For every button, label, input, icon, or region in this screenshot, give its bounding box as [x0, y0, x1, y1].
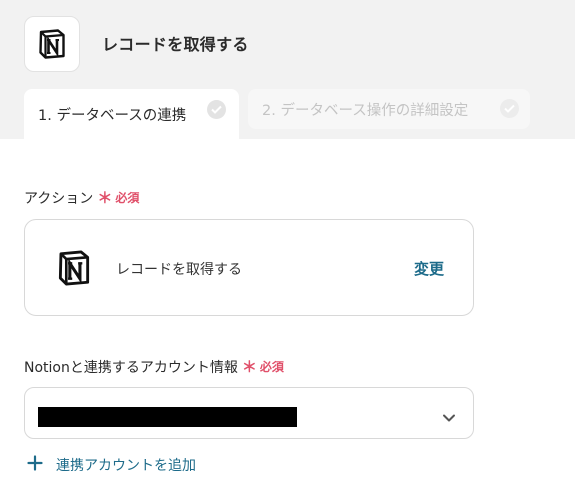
- add-account-label: 連携アカウントを追加: [56, 458, 196, 474]
- tab-database-link[interactable]: 1. データベースの連携: [24, 89, 239, 139]
- notion-logo-icon: [24, 16, 80, 72]
- tab-database-operation-settings[interactable]: 2. データベース操作の詳細設定: [248, 89, 530, 129]
- account-field-label: Notionと連携するアカウント情報 ＊ 必須: [24, 358, 284, 376]
- chevron-down-icon: [442, 408, 456, 427]
- check-circle-icon: [207, 100, 226, 119]
- plus-icon: [27, 455, 43, 475]
- tab-label: 1. データベースの連携: [38, 107, 187, 124]
- asterisk-icon: ＊: [241, 358, 257, 376]
- action-field-label: アクション ＊ 必須: [24, 189, 140, 207]
- change-button[interactable]: 変更: [414, 258, 444, 279]
- check-circle-icon: [500, 99, 519, 118]
- redacted-account-value: [38, 407, 297, 427]
- action-name: レコードを取得する: [116, 262, 242, 278]
- asterisk-icon: ＊: [97, 189, 113, 207]
- required-badge: ＊ 必須: [241, 358, 284, 376]
- action-card: レコードを取得する 変更: [24, 219, 474, 316]
- tab-label: 2. データベース操作の詳細設定: [262, 102, 469, 119]
- header-area: レコードを取得する 1. データベースの連携 2. データベース操作の詳細設定: [0, 0, 575, 139]
- required-badge: ＊ 必須: [97, 189, 140, 207]
- add-account-link[interactable]: 連携アカウントを追加: [27, 455, 196, 475]
- page-title: レコードを取得する: [102, 35, 249, 54]
- notion-logo-icon: [55, 249, 93, 291]
- account-select[interactable]: [24, 387, 474, 439]
